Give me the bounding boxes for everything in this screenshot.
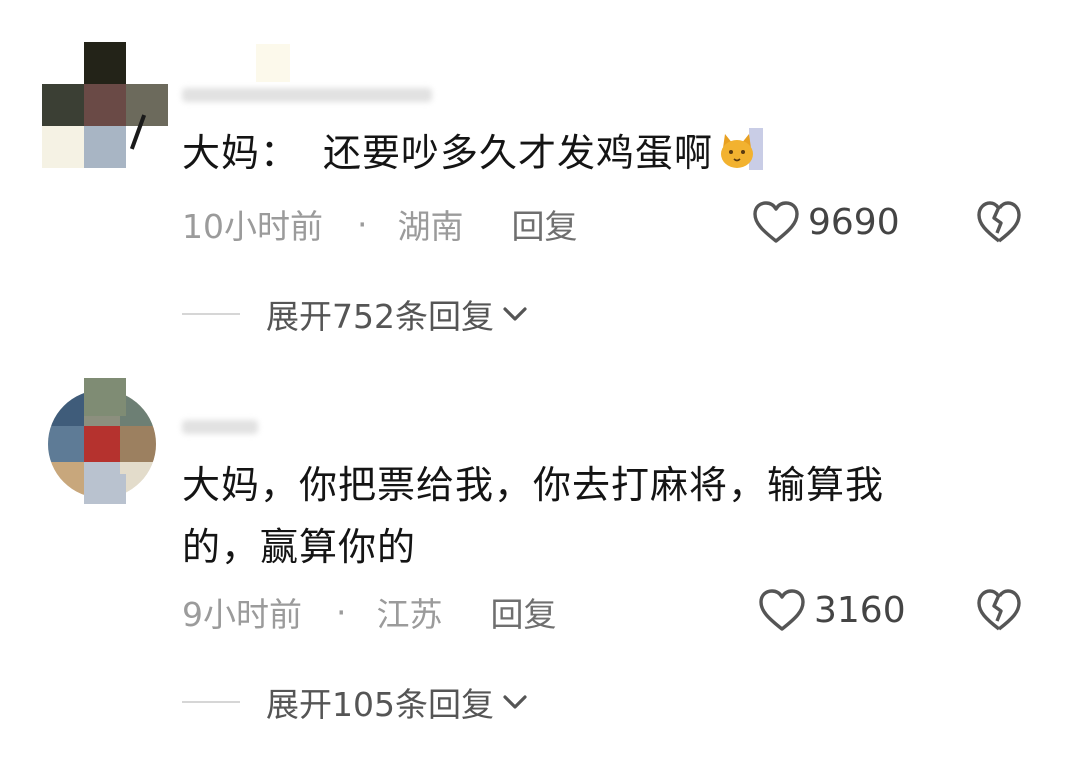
comment-meta: 10小时前 · 湖南 回复: [182, 204, 1042, 247]
chevron-down-icon: [503, 695, 527, 709]
cat-face-emoji: [719, 126, 765, 172]
comment-location: 江苏: [376, 595, 443, 634]
like-count: 9690: [808, 201, 900, 243]
expand-divider: [182, 313, 240, 315]
like-button[interactable]: 3160: [758, 588, 906, 632]
username-overlay: [256, 44, 290, 82]
comment-text-prefix: 大妈：: [182, 131, 300, 175]
heart-icon: [759, 589, 805, 631]
username[interactable]: [182, 82, 432, 102]
dislike-button[interactable]: [976, 200, 1022, 244]
dislike-button[interactable]: [976, 588, 1022, 632]
broken-heart-icon: [977, 589, 1021, 631]
avatar[interactable]: [42, 42, 168, 168]
comment-text-body: 还要吵多久才发鸡蛋啊: [323, 131, 714, 175]
comment-item: 大妈： 还要吵多久才发鸡蛋啊 10小时前 · 湖南 回复 9690 展开752条回…: [0, 0, 1071, 370]
comment-text: 大妈： 还要吵多久才发鸡蛋啊: [182, 122, 765, 184]
heart-icon: [753, 201, 799, 243]
expand-replies[interactable]: 展开752条回复: [182, 290, 528, 338]
expand-replies-label: 展开105条回复: [266, 685, 494, 724]
comment-time: 10小时前: [182, 207, 323, 246]
like-button[interactable]: 9690: [752, 200, 900, 244]
comment-time: 9小时前: [182, 595, 302, 634]
like-count: 3160: [814, 589, 906, 631]
meta-separator: ·: [336, 592, 347, 632]
expand-divider: [182, 701, 240, 703]
comment-text-line: 大妈，你把票给我，你去打麻将，输算我: [182, 463, 885, 507]
reply-button[interactable]: 回复: [512, 200, 578, 248]
comment-meta: 9小时前 · 江苏 回复: [182, 592, 1042, 635]
comment-item: 大妈，你把票给我，你去打麻将，输算我 的，赢算你的 9小时前 · 江苏 回复 3…: [0, 370, 1071, 770]
expand-replies-label: 展开752条回复: [266, 297, 494, 336]
comment-location: 湖南: [397, 207, 464, 246]
reply-button[interactable]: 回复: [491, 588, 557, 636]
expand-replies[interactable]: 展开105条回复: [182, 678, 528, 726]
broken-heart-icon: [977, 201, 1021, 243]
chevron-down-icon: [503, 307, 527, 321]
comment-text: 大妈，你把票给我，你去打麻将，输算我 的，赢算你的: [182, 454, 1022, 578]
comment-text-line: 的，赢算你的: [182, 525, 417, 569]
username[interactable]: [182, 416, 262, 434]
meta-separator: ·: [357, 204, 368, 244]
avatar[interactable]: [48, 378, 158, 504]
